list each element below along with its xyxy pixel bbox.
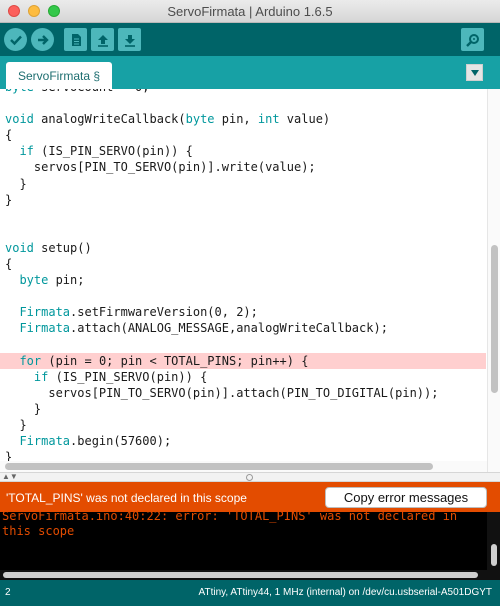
verify-button[interactable] <box>4 28 27 51</box>
code-line[interactable]: byte pin; <box>5 272 486 288</box>
console-horizontal-scroll-thumb[interactable] <box>3 572 478 578</box>
split-arrows-icon[interactable]: ▲▼ <box>2 472 18 481</box>
save-button[interactable] <box>118 28 141 51</box>
code-line[interactable]: Firmata.attach(ANALOG_MESSAGE,analogWrit… <box>5 320 486 336</box>
code-line[interactable]: { <box>5 127 486 143</box>
new-sketch-button[interactable] <box>64 28 87 51</box>
code-line[interactable] <box>5 224 486 240</box>
serial-monitor-button[interactable] <box>461 28 484 51</box>
line-number: 2 <box>5 587 11 598</box>
upload-button[interactable] <box>31 28 54 51</box>
tab-servofirmata[interactable]: ServoFirmata § <box>6 62 112 89</box>
serial-monitor-magnifier-icon <box>465 33 479 47</box>
save-down-arrow-icon <box>124 34 135 47</box>
editor-vertical-scrollbar[interactable] <box>487 89 500 472</box>
tab-bar: ServoFirmata § <box>0 56 500 89</box>
dropdown-triangle-icon <box>470 69 479 76</box>
code-line[interactable]: void setup() <box>5 240 486 256</box>
open-up-arrow-icon <box>97 34 108 47</box>
code-line[interactable]: servos[PIN_TO_SERVO(pin)].write(value); <box>5 159 486 175</box>
code-line[interactable]: for (pin = 0; pin < TOTAL_PINS; pin++) { <box>0 352 486 369</box>
open-button[interactable] <box>91 28 114 51</box>
console-vertical-scrollbar[interactable] <box>487 512 500 580</box>
code-line[interactable] <box>5 288 486 304</box>
code-line[interactable]: void analogWriteCallback(byte pin, int v… <box>5 111 486 127</box>
code-line[interactable]: } <box>5 401 486 417</box>
code-line[interactable] <box>5 95 486 111</box>
window-title: ServoFirmata | Arduino 1.6.5 <box>167 4 333 19</box>
code-line[interactable]: Firmata.setFirmwareVersion(0, 2); <box>5 304 486 320</box>
console-output[interactable]: ServoFirmata.ino:40:22: error: 'TOTAL_PI… <box>0 512 500 580</box>
editor-vertical-scroll-thumb[interactable] <box>491 245 498 393</box>
editor-horizontal-scroll-thumb[interactable] <box>5 463 433 470</box>
copy-error-messages-button[interactable]: Copy error messages <box>325 487 487 508</box>
code-line[interactable]: { <box>5 256 486 272</box>
title-bar: ServoFirmata | Arduino 1.6.5 <box>0 0 500 23</box>
console-vertical-scroll-thumb[interactable] <box>491 544 497 566</box>
code-line[interactable]: if (IS_PIN_SERVO(pin)) { <box>5 369 486 385</box>
console-text: ServoFirmata.ino:40:22: error: 'TOTAL_PI… <box>2 512 458 538</box>
split-handle-icon[interactable] <box>246 474 253 481</box>
code-editor[interactable]: byte servoCount = 0; void analogWriteCal… <box>0 89 500 472</box>
console-horizontal-scrollbar[interactable] <box>0 570 487 580</box>
error-bar: 'TOTAL_PINS' was not declared in this sc… <box>0 482 500 512</box>
board-info: ATtiny, ATtiny44, 1 MHz (internal) on /d… <box>198 587 492 598</box>
code-line[interactable]: servos[PIN_TO_SERVO(pin)].attach(PIN_TO_… <box>5 385 486 401</box>
code-line[interactable] <box>5 208 486 224</box>
editor-horizontal-scrollbar[interactable] <box>0 461 487 472</box>
error-message: 'TOTAL_PINS' was not declared in this sc… <box>6 491 247 505</box>
toolbar <box>0 23 500 56</box>
code-line[interactable] <box>5 337 486 353</box>
code-line[interactable]: } <box>5 417 486 433</box>
code-line[interactable]: Firmata.begin(57600); <box>5 433 486 449</box>
new-sketch-icon <box>71 33 81 46</box>
status-bar: 2 ATtiny, ATtiny44, 1 MHz (internal) on … <box>0 580 500 606</box>
tab-menu-button[interactable] <box>466 64 483 81</box>
code-line[interactable]: if (IS_PIN_SERVO(pin)) { <box>5 143 486 159</box>
right-arrow-icon <box>37 34 49 45</box>
code-line[interactable]: } <box>5 176 486 192</box>
code-area[interactable]: byte servoCount = 0; void analogWriteCal… <box>0 89 486 465</box>
checkmark-icon <box>9 35 22 45</box>
split-divider[interactable]: ▲▼ <box>0 472 500 482</box>
code-line[interactable]: } <box>5 192 486 208</box>
